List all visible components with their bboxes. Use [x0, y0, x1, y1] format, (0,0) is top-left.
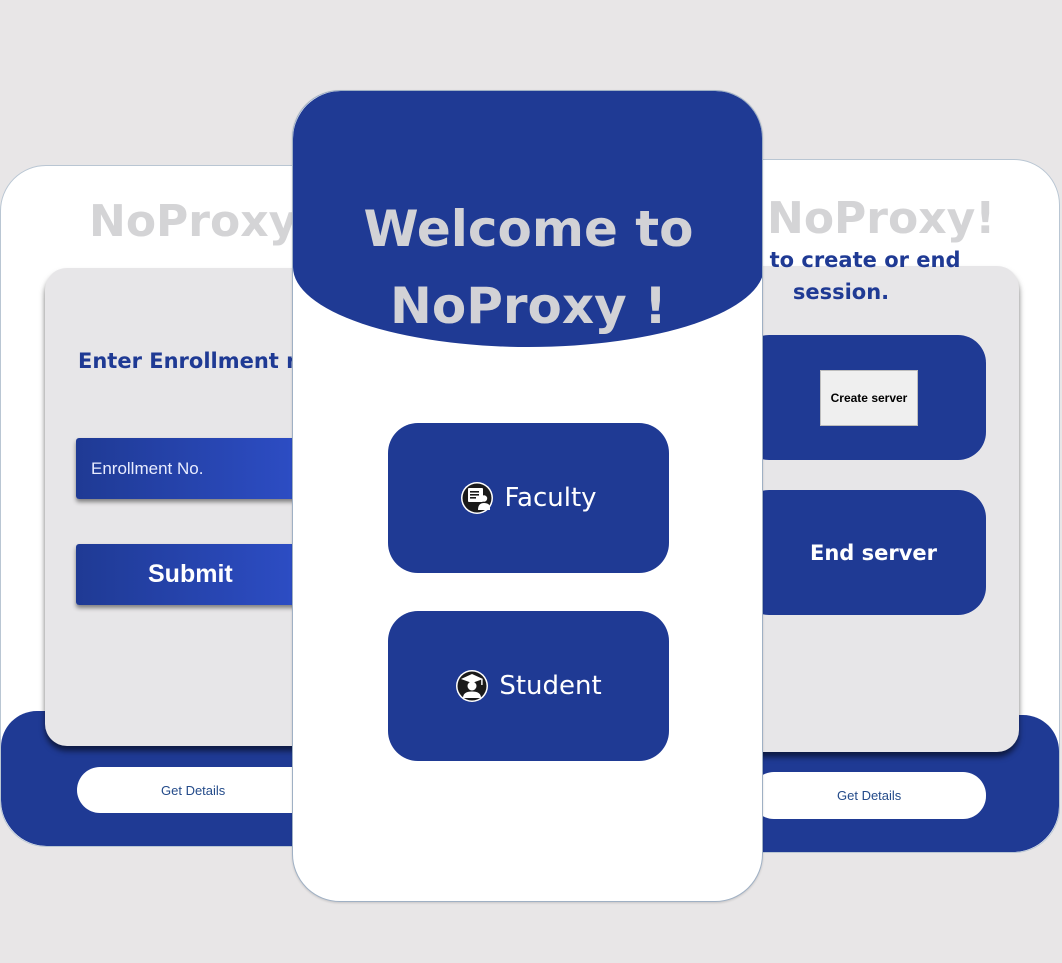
welcome-title: Welcome to NoProxy !	[293, 191, 762, 345]
faculty-button[interactable]: Faculty	[388, 423, 669, 573]
student-label: Student	[499, 671, 602, 701]
faculty-board-icon	[461, 482, 494, 514]
end-server-button[interactable]: End server	[741, 490, 986, 615]
welcome-title-line2: NoProxy !	[390, 277, 667, 335]
faculty-label: Faculty	[504, 483, 597, 513]
app-brand-title: NoProxy!	[89, 196, 318, 247]
welcome-title-line1: Welcome to	[363, 200, 694, 258]
create-server-button[interactable]: Create server	[820, 370, 918, 426]
welcome-screen: Welcome to NoProxy ! Faculty Student	[292, 90, 763, 902]
student-button[interactable]: Student	[388, 611, 669, 761]
enrollment-prompt: Enter Enrollment no	[78, 349, 316, 373]
app-brand-title: NoProxy!	[767, 193, 996, 244]
get-details-button[interactable]: Get Details	[751, 772, 986, 819]
student-graduate-icon	[456, 670, 489, 702]
create-server-tile: Create server	[741, 335, 986, 460]
